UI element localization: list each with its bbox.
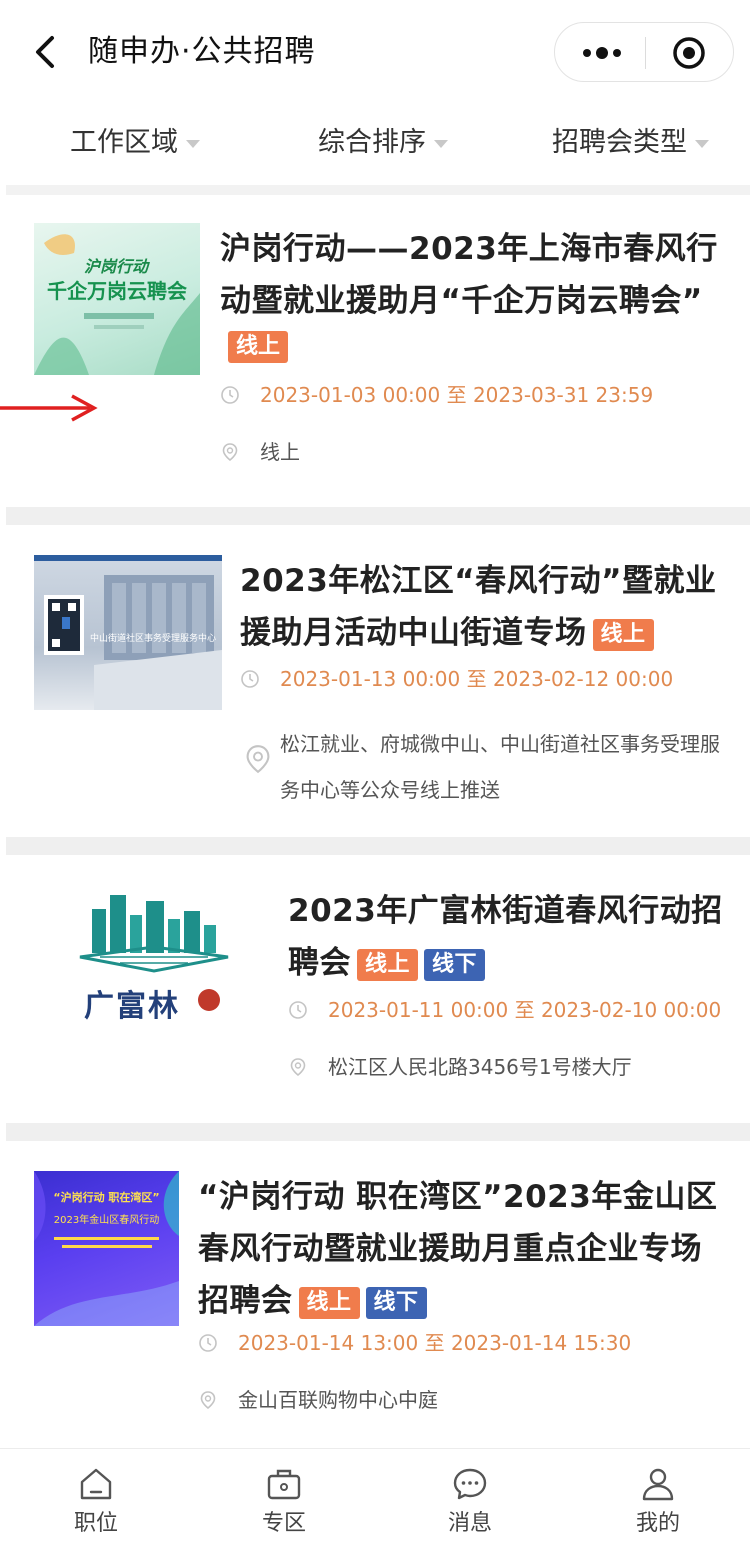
fair-location: 线上 [260,440,300,464]
tab-jobs[interactable]: 职位 [46,1465,146,1541]
fair-location: 金山百联购物中心中庭 [238,1388,438,1412]
caret-down-icon [434,139,448,148]
clock-icon [221,386,239,404]
briefcase-icon [267,1469,301,1500]
tab-messages[interactable]: 消息 [420,1465,520,1541]
tag-online: 线上 [357,948,419,981]
fair-time-row: 2023-01-14 13:00 至 2023-01-14 15:30 [198,1328,728,1358]
fair-poster-thumbnail: “沪岗行动 职在湾区” 2023年金山区春风行动 [34,1171,179,1326]
fair-time-row: 2023-01-11 00:00 至 2023-02-10 00:00 [288,995,728,1025]
clock-icon [199,1334,217,1352]
red-annotation-arrow-icon [0,394,98,422]
tab-label: 专区 [261,1511,306,1536]
card-divider [6,507,750,525]
tab-zone[interactable]: 专区 [234,1465,334,1541]
poster-sign-text: 中山街道社区事务受理服务中心 [90,634,217,644]
filter-bar: 工作区域 综合排序 招聘会类型 [0,105,750,185]
poster-heading: 千企万岗云聘会 [47,279,187,303]
home-icon [80,1468,112,1500]
fair-title: 2023年广富林街道春风行动招聘会 线上 线下 [288,885,728,989]
tag-group: 线上 [228,331,289,363]
filter-work-area[interactable]: 工作区域 [70,123,200,163]
fair-time-row: 2023-01-13 00:00 至 2023-02-12 00:00 [240,664,720,694]
clock-icon [241,670,259,688]
filter-label: 工作区域 [70,127,178,158]
navigation-bar: 随申办·公共招聘 [0,0,750,105]
fair-time: 2023-01-14 13:00 至 2023-01-14 15:30 [238,1331,632,1355]
fair-title-text: 2023年广富林街道春风行动招聘会 [288,893,723,981]
fair-location: 松江区人民北路3456号1号楼大厅 [328,1055,632,1079]
poster-tagline: 沪岗行动 [84,257,149,276]
fair-poster-thumbnail: 中山街道社区事务受理服务中心 [34,555,222,710]
more-options-icon[interactable] [577,43,627,63]
fair-time: 2023-01-13 00:00 至 2023-02-12 00:00 [280,667,674,691]
fair-location-row: 金山百联购物中心中庭 [198,1385,728,1415]
tab-label: 我的 [635,1511,680,1536]
filter-fair-type[interactable]: 招聘会类型 [552,123,709,163]
fair-time: 2023-01-03 00:00 至 2023-03-31 23:59 [260,383,654,407]
location-pin-icon [222,443,238,462]
fair-poster-thumbnail: 沪岗行动 千企万岗云聘会 [34,223,200,375]
page-title: 随申办·公共招聘 [88,34,316,69]
section-divider [6,185,750,195]
tag-offline: 线下 [365,1286,427,1319]
bottom-tab-bar: 职位 专区 消息 我的 [0,1448,750,1561]
job-fair-card[interactable]: “沪岗行动 职在湾区” 2023年金山区春风行动 “沪岗行动 职在湾区”2023… [0,1141,750,1448]
card-divider [6,1123,750,1141]
back-arrow-icon[interactable] [28,30,68,74]
job-fair-card[interactable]: 中山街道社区事务受理服务中心 2023年松江区“春风行动”暨就业援助月活动中山街… [0,525,750,837]
fair-title-text: 沪岗行动——2023年上海市春风行动暨就业援助月“千企万岗云聘会” [220,231,718,319]
fair-location-row: 松江区人民北路3456号1号楼大厅 [288,1052,728,1082]
fair-location-row: 松江就业、府城微中山、中山街道社区事务受理服务中心等公众号线上推送 [240,721,730,802]
tag-offline: 线下 [424,948,486,981]
mini-program-capsule [554,22,734,82]
tab-label: 职位 [73,1511,118,1536]
filter-label: 综合排序 [318,127,426,158]
location-pin-icon [246,745,270,774]
fair-title: “沪岗行动 职在湾区”2023年金山区春风行动暨就业援助月重点企业专场招聘会 线上… [198,1171,728,1327]
fair-title-text: “沪岗行动 职在湾区”2023年金山区春风行动暨就业援助月重点企业专场招聘会 [198,1179,718,1319]
fair-location-row: 线上 [220,437,720,467]
clock-icon [289,1001,307,1019]
capsule-divider [645,37,646,69]
poster-top-bar [34,555,222,561]
fair-time: 2023-01-11 00:00 至 2023-02-10 00:00 [328,998,722,1022]
caret-down-icon [695,139,709,148]
filter-sort[interactable]: 综合排序 [318,123,448,163]
tag-online: 线上 [298,1286,360,1319]
poster-heading: 2023年金山区春风行动 [53,1215,160,1226]
tab-me[interactable]: 我的 [608,1465,708,1541]
caret-down-icon [186,139,200,148]
job-fair-card[interactable]: 广富林 2023年广富林街道春风行动招聘会 线上 线下 2023-01-11 00:… [0,855,750,1123]
tag-online: 线上 [228,331,289,363]
card-divider [6,837,750,855]
logo-wordmark: 广富林 [84,989,180,1024]
logo-seal [198,989,220,1011]
fair-title: 2023年松江区“春风行动”暨就业援助月活动中山街道专场 线上 [240,555,720,659]
close-mini-program-icon[interactable] [671,35,707,71]
location-pin-icon [200,1391,216,1410]
fair-time-row: 2023-01-03 00:00 至 2023-03-31 23:59 [220,380,720,410]
tab-label: 消息 [447,1511,492,1536]
chat-icon [453,1468,487,1500]
fair-location: 松江就业、府城微中山、中山街道社区事务受理服务中心等公众号线上推送 [280,732,720,802]
user-icon [642,1468,674,1501]
poster-tagline: “沪岗行动 职在湾区” [53,1191,160,1204]
job-fair-card[interactable]: 沪岗行动 千企万岗云聘会 沪岗行动——2023年上海市春风行动暨就业援助月“千企… [0,195,750,507]
tag-online: 线上 [592,618,654,651]
location-pin-icon [290,1058,306,1077]
fair-logo-thumbnail: 广富林 [70,885,238,1025]
fair-title: 沪岗行动——2023年上海市春风行动暨就业援助月“千企万岗云聘会” [220,223,720,327]
filter-label: 招聘会类型 [552,127,687,158]
